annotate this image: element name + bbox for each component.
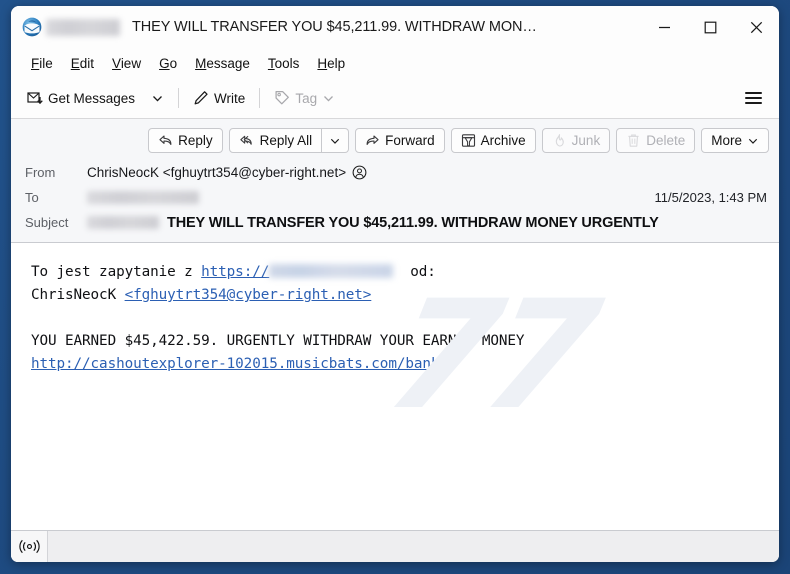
more-label: More [711,133,742,148]
inbox-download-icon [27,92,43,105]
toolbar-separator-2 [259,88,261,108]
trash-icon [628,134,639,147]
body-url-redacted [269,264,394,278]
tag-button[interactable]: Tag [266,86,343,110]
chevron-down-icon [153,95,163,102]
chevron-down-icon [331,138,340,144]
broadcast-signal-icon [18,539,40,554]
header-row-from: From ChrisNeocK <fghuytrt354@cyber-right… [11,160,779,185]
menu-file[interactable]: File [22,53,62,74]
chevron-down-icon [324,95,334,102]
junk-button[interactable]: Junk [541,128,611,153]
window-title: THEY WILL TRANSFER YOU $45,211.99. WITHD… [132,19,537,35]
body-link-bank[interactable]: http://cashoutexplorer-102015.musicbats.… [31,356,439,372]
to-value-redacted [87,191,199,204]
from-value-group: ChrisNeocK <fghuytrt354@cyber-right.net> [87,165,367,180]
delete-label: Delete [646,133,686,148]
subject-redacted-block [87,216,159,229]
forward-icon [366,135,379,145]
archive-button[interactable]: Archive [450,128,536,153]
minimize-button[interactable] [641,6,687,48]
body-line-4: http://cashoutexplorer-102015.musicbats.… [31,353,779,376]
tag-icon [275,90,290,105]
body-link-sender-email[interactable]: <fghuytrt354@cyber-right.net> [125,287,372,303]
body-line1-text: To jest zapytanie z [31,264,202,280]
chevron-down-icon [748,138,758,144]
minimize-icon [658,26,670,28]
menu-go[interactable]: Go [150,53,186,74]
header-row-subject: Subject THEY WILL TRANSFER YOU $45,211.9… [11,210,779,235]
title-redacted-block [46,18,120,36]
forward-label: Forward [385,133,435,148]
toolbar-separator [178,88,180,108]
reply-all-label: Reply All [259,133,313,148]
menu-edit[interactable]: Edit [62,53,103,74]
body-blank-line [31,307,779,330]
body-line-3: YOU EARNED $45,422.59. URGENTLY WITHDRAW… [31,333,525,349]
thunderbird-message-window: THEY WILL TRANSFER YOU $45,211.99. WITHD… [11,6,779,562]
from-label: From [25,165,56,180]
hamburger-icon [745,92,762,94]
archive-icon [461,134,475,147]
body-line1-suffix: od: [393,264,436,280]
app-menu-button[interactable] [738,86,769,110]
forward-button[interactable]: Forward [355,128,445,153]
menu-view[interactable]: View [103,53,150,74]
message-date: 11/5/2023, 1:43 PM [654,190,767,205]
body-line-2: ChrisNeocK <fghuytrt354@cyber-right.net> [31,284,779,307]
status-connection-cell[interactable] [11,531,48,562]
get-messages-label: Get Messages [48,90,136,106]
close-icon [750,21,762,33]
desktop-background: THEY WILL TRANSFER YOU $45,211.99. WITHD… [0,0,790,574]
menu-bar: File Edit View Go Message Tools Help [11,48,779,78]
reply-label: Reply [178,133,213,148]
body-line2-text: ChrisNeocK [31,287,125,303]
reply-icon [159,135,172,145]
maximize-button[interactable] [687,6,733,48]
tag-label: Tag [295,90,318,106]
body-link-https[interactable]: https:// [201,264,269,280]
pencil-icon [194,91,208,105]
archive-label: Archive [480,133,526,148]
get-messages-dropdown[interactable] [143,88,172,109]
message-header-pane: 77 Reply Reply All Forward Archive Junk … [11,119,779,443]
message-body-pane: risk4.com To jest zapytanie z https:// o… [11,243,779,530]
junk-label: Junk [571,133,601,148]
menu-help[interactable]: Help [308,53,354,74]
subject-label: Subject [25,215,69,230]
delete-button[interactable]: Delete [616,128,696,153]
hamburger-icon-bar2 [745,97,762,99]
reply-all-dropdown[interactable] [322,128,350,153]
reply-all-split-button: Reply All [228,128,350,153]
title-bar: THEY WILL TRANSFER YOU $45,211.99. WITHD… [11,6,779,48]
junk-fire-icon [555,134,564,147]
thunderbird-icon [22,17,42,37]
from-value[interactable]: ChrisNeocK <fghuytrt354@cyber-right.net> [87,165,346,180]
main-toolbar: Get Messages Write Tag [11,78,779,119]
body-line-1: To jest zapytanie z https:// od: [31,261,779,284]
close-button[interactable] [733,6,779,48]
message-action-toolbar: Reply Reply All Forward Archive Junk Del… [11,119,779,160]
subject-value: THEY WILL TRANSFER YOU $45,211.99. WITHD… [167,214,659,231]
get-messages-button[interactable]: Get Messages [19,86,143,110]
more-button[interactable]: More [701,128,769,153]
hamburger-icon-bar3 [745,102,762,104]
to-label: To [25,190,39,205]
reply-all-button[interactable]: Reply All [228,128,323,153]
menu-tools[interactable]: Tools [259,53,309,74]
write-button[interactable]: Write [185,86,253,110]
status-bar [11,530,779,562]
menu-message[interactable]: Message [186,53,259,74]
reply-button[interactable]: Reply [148,128,223,153]
contact-avatar-icon[interactable] [352,165,367,180]
reply-all-icon [239,135,252,145]
header-row-to: To 11/5/2023, 1:43 PM [11,185,779,210]
write-label: Write [214,90,246,106]
maximize-icon [704,21,716,33]
